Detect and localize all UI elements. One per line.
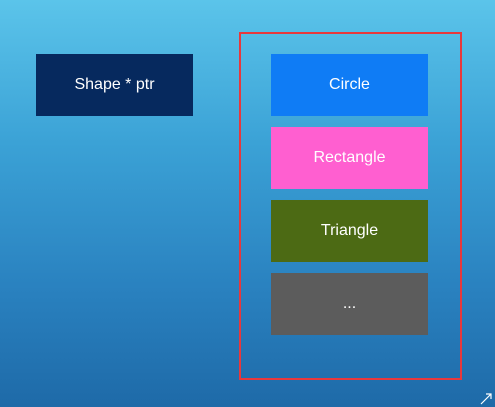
shape-pointer-box: Shape * ptr xyxy=(36,54,193,116)
shape-triangle-box: Triangle xyxy=(271,200,428,262)
arrow-icon xyxy=(480,393,492,405)
shape-ellipsis-box: ... xyxy=(271,273,428,335)
shape-rectangle-box: Rectangle xyxy=(271,127,428,189)
shape-circle-box: Circle xyxy=(271,54,428,116)
